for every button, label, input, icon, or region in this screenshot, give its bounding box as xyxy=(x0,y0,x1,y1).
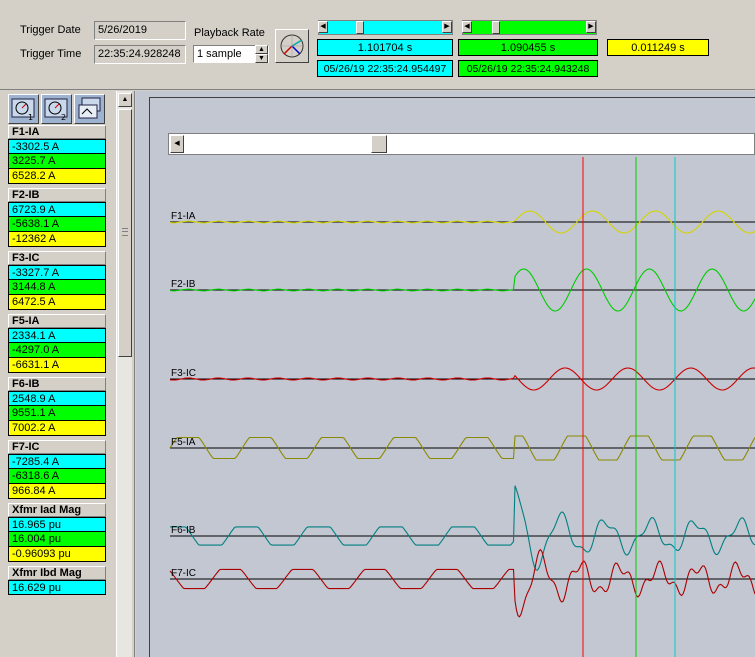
spinner-buttons: ▲ ▼ xyxy=(255,45,268,63)
view-2-icon: 2 xyxy=(44,98,68,122)
channel-value-cyan: 16.629 pu xyxy=(8,580,106,595)
scroll-up-button[interactable]: ▲ xyxy=(118,93,132,107)
trigger-time-label: Trigger Time xyxy=(20,48,82,60)
channel-value-cyan: 6723.9 A xyxy=(8,202,106,217)
channel-value-green: 3225.7 A xyxy=(8,154,106,169)
scroll-thumb[interactable] xyxy=(118,109,132,357)
playback-rate-value: 1 sample xyxy=(197,48,242,60)
header-panel: Trigger Date 5/26/2019 Trigger Time 22:3… xyxy=(0,0,755,90)
channel-title[interactable]: F6-IB xyxy=(8,377,106,391)
channel-value-green: -6318.6 A xyxy=(8,469,106,484)
channel-value-yellow: 7002.2 A xyxy=(8,421,106,436)
channel-panel-scrollbar[interactable]: ▲ xyxy=(116,91,132,657)
channel-value-cyan: 16.965 pu xyxy=(8,517,106,532)
view-1-icon: 1 xyxy=(11,98,35,122)
polar-meter-button[interactable] xyxy=(275,29,309,63)
view-3-icon xyxy=(78,97,101,119)
channel-value-cyan: -3327.7 A xyxy=(8,265,106,280)
trace-label: F3-IC xyxy=(171,368,196,379)
trigger-date-label: Trigger Date xyxy=(20,24,81,36)
view-2-button[interactable]: 2 xyxy=(41,94,72,124)
channel-value-green: 3144.8 A xyxy=(8,280,106,295)
channel-value-yellow: 6472.5 A xyxy=(8,295,106,310)
spin-down-button[interactable]: ▼ xyxy=(255,54,268,63)
channel-value-green: 16.004 pu xyxy=(8,532,106,547)
cursor1-thumb[interactable] xyxy=(356,21,364,34)
cursor2-timestamp: 05/26/19 22:35:24.943248 xyxy=(458,60,598,77)
channel-value-cyan: 2548.9 A xyxy=(8,391,106,406)
channel-title[interactable]: F7-IC xyxy=(8,440,106,454)
playback-rate-label: Playback Rate xyxy=(194,27,265,39)
channel-spacer xyxy=(8,595,106,599)
channel-value-green: -5638.1 A xyxy=(8,217,106,232)
cursor2-time: 1.090455 s xyxy=(458,39,598,56)
channel-value-yellow: 966.84 A xyxy=(8,484,106,499)
channel-value-green: -4297.0 A xyxy=(8,343,106,358)
polar-meter-icon xyxy=(280,34,304,58)
cursor1-left-button[interactable]: ◀ xyxy=(318,21,328,33)
cursor2-scrollbar[interactable]: ◀ ▶ xyxy=(462,20,597,35)
channel-value-yellow: -6631.1 A xyxy=(8,358,106,373)
channel-title[interactable]: F2-IB xyxy=(8,188,106,202)
channel-value-cyan: -7285.4 A xyxy=(8,454,106,469)
channel-value-yellow: -12362 A xyxy=(8,232,106,247)
channel-value-yellow: -0.96093 pu xyxy=(8,547,106,562)
svg-text:1: 1 xyxy=(28,113,33,122)
channel-list: F1-IA -3302.5 A 3225.7 A 6528.2 A F2-IB 6723.… xyxy=(8,125,106,599)
cursor2-right-button[interactable]: ▶ xyxy=(586,21,596,33)
trace-label: F2-IB xyxy=(171,279,196,290)
cursor1-timestamp: 05/26/19 22:35:24.954497 xyxy=(317,60,453,77)
trace-label: F5-IA xyxy=(171,437,196,448)
svg-text:2: 2 xyxy=(61,113,66,122)
trigger-time-field: 22:35:24.928248 xyxy=(94,45,186,64)
cursor1-scrollbar[interactable]: ◀ ▶ xyxy=(318,20,453,35)
trace-waveform xyxy=(169,548,755,618)
spin-up-button[interactable]: ▲ xyxy=(255,45,268,54)
view-3-button[interactable] xyxy=(74,94,105,124)
channel-value-yellow: 6528.2 A xyxy=(8,169,106,184)
channel-title[interactable]: F3-IC xyxy=(8,251,106,265)
channel-title[interactable]: F1-IA xyxy=(8,125,106,139)
cursor1-right-button[interactable]: ▶ xyxy=(442,21,452,33)
waveform-plot[interactable]: F1-IA F2-IB F3-IC F5-IA F6-IB F7-IC xyxy=(136,91,755,657)
plot-panel: ◀ F1-IA F2-IB F3-IC F5-IA F6-IB F7-IC xyxy=(136,91,755,657)
cursor2-left-button[interactable]: ◀ xyxy=(462,21,472,33)
channel-value-green: 9551.1 A xyxy=(8,406,106,421)
channel-value-cyan: -3302.5 A xyxy=(8,139,106,154)
trigger-date-field: 5/26/2019 xyxy=(94,21,186,40)
view-1-button[interactable]: 1 xyxy=(8,94,39,124)
channel-title[interactable]: Xfmr Ibd Mag xyxy=(8,566,106,580)
trace-label: F7-IC xyxy=(171,568,196,579)
channel-title[interactable]: F5-IA xyxy=(8,314,106,328)
delta-time: 0.011249 s xyxy=(607,39,709,56)
trace-waveform xyxy=(170,485,755,571)
channel-title[interactable]: Xfmr Iad Mag xyxy=(8,503,106,517)
cursor1-time: 1.101704 s xyxy=(317,39,453,56)
trace-label: F6-IB xyxy=(171,525,196,536)
trace-label: F1-IA xyxy=(171,211,196,222)
cursor2-thumb[interactable] xyxy=(492,21,500,34)
channel-value-cyan: 2334.1 A xyxy=(8,328,106,343)
channel-panel: 1 2 F1-IA -3302.5 A 3225.7 A 6528.2 A F2-IB 6… xyxy=(0,91,135,657)
